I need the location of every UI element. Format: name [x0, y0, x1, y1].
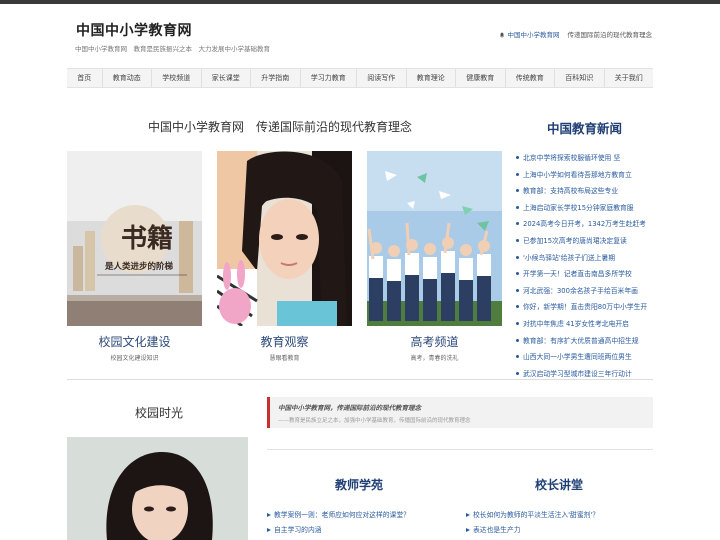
- news-item[interactable]: 2024高考今日开考，1342万考生赴赶考: [516, 216, 656, 233]
- news-item[interactable]: 开学第一天！记者直击南昌多所学校: [516, 266, 656, 283]
- bullet-arrow-icon: [466, 513, 470, 517]
- principal-section-title[interactable]: 校长讲堂: [535, 476, 583, 493]
- bullet-dot-icon: [516, 172, 519, 176]
- bullet-dot-icon: [516, 222, 519, 226]
- nav-item-tradition[interactable]: 传统教育: [506, 69, 555, 87]
- bullet-dot-icon: [516, 189, 519, 193]
- bullet-dot-icon: [516, 255, 519, 259]
- svg-text:书籍: 书籍: [121, 223, 173, 254]
- card-gaokao[interactable]: 高考频道 高考，青春的洗礼: [367, 151, 502, 362]
- card-edu-observation[interactable]: 教育观察 慧眼看教育: [217, 151, 352, 362]
- bullet-dot-icon: [516, 321, 519, 325]
- header-brand-link[interactable]: 中国中小学教育网: [508, 31, 560, 39]
- site-title[interactable]: 中国中小学教育网: [76, 20, 192, 40]
- bullet-dot-icon: [516, 338, 519, 342]
- news-item[interactable]: 已参加15次高考的唐尚珺决定复读: [516, 233, 656, 250]
- teacher-article-list: 教学案例一则：老师应如何应对这样的课堂？ 自主学习的内涵: [267, 508, 410, 538]
- section-divider: [67, 379, 653, 380]
- bullet-dot-icon: [516, 238, 519, 242]
- news-item[interactable]: 教育部：支持高校布局这些专业: [516, 183, 656, 200]
- bullet-dot-icon: [516, 272, 519, 276]
- bell-icon: [499, 32, 504, 38]
- nav-item-about[interactable]: 关于我们: [605, 69, 654, 87]
- news-item[interactable]: 河北武强：300余名孩子手绘百米年画: [516, 283, 656, 300]
- card-caption[interactable]: 高考频道: [367, 333, 502, 350]
- news-section-title[interactable]: 中国教育新闻: [547, 118, 622, 137]
- nav-item-home[interactable]: 首页: [67, 69, 103, 87]
- card-subtitle: 慧眼看教育: [269, 355, 300, 362]
- quote-box: 中国中小学教育网，传递国际前沿的现代教育理念 ——教育是民族立足之本，加强中小学…: [267, 397, 653, 428]
- quote-line-1: 中国中小学教育网，传递国际前沿的现代教育理念: [278, 404, 421, 412]
- teacher-article-item[interactable]: 自主学习的内涵: [267, 523, 410, 538]
- nav-item-theory[interactable]: 教育理论: [407, 69, 456, 87]
- bullet-dot-icon: [516, 371, 519, 375]
- card-caption[interactable]: 校园文化建设: [67, 333, 202, 350]
- news-item[interactable]: 你好，新学期！直击贵阳80万中小学生开: [516, 299, 656, 316]
- news-item[interactable]: 上海启动家长学校15分钟家庭教育服: [516, 200, 656, 217]
- gaokao-image[interactable]: [367, 151, 502, 326]
- header-slogan: 中国中小学教育网 传递国际前沿的现代教育理念: [499, 29, 653, 39]
- principal-article-item[interactable]: 校长如何为教师的平淡生活注入'甜蜜剂'？: [466, 508, 599, 523]
- bullet-dot-icon: [516, 355, 519, 359]
- teacher-section-title[interactable]: 教师学苑: [335, 476, 383, 493]
- bullet-arrow-icon: [267, 528, 271, 532]
- bullet-arrow-icon: [466, 528, 470, 532]
- section-divider: [267, 449, 653, 450]
- card-caption[interactable]: 教育观察: [217, 333, 352, 350]
- card-subtitle: 高考，青春的洗礼: [410, 355, 459, 362]
- campus-photo[interactable]: [67, 437, 248, 540]
- nav-item-reading[interactable]: 阅读写作: [357, 69, 407, 87]
- top-bar: [0, 0, 720, 4]
- main-nav: 首页 教育动态 学校频道 家长课堂 升学指南 学习力教育 阅读写作 教育理论 健…: [67, 68, 653, 88]
- news-list: 北京中学将探索校服循环使用 坚 上海中小学如何看待吾那地方教育立 教育部：支持高…: [516, 150, 656, 382]
- news-item[interactable]: 教育部：有序扩大优质普通高中招生规: [516, 333, 656, 350]
- bullet-dot-icon: [516, 288, 519, 292]
- bullet-dot-icon: [516, 305, 519, 309]
- bullet-arrow-icon: [267, 513, 271, 517]
- nav-item-admission[interactable]: 升学指南: [251, 69, 301, 87]
- news-item[interactable]: 对抗中年焦虑 41岁女性考北电开启: [516, 316, 656, 333]
- header-slogan-text: 传递国际前沿的现代教育理念: [567, 31, 653, 39]
- page-headline: 中国中小学教育网 传递国际前沿的现代教育理念: [148, 120, 413, 134]
- nav-item-encyclopedia[interactable]: 百科知识: [555, 69, 605, 87]
- news-item[interactable]: 北京中学将探索校服循环使用 坚: [516, 150, 656, 167]
- campus-section-title: 校园时光: [135, 406, 184, 420]
- principal-article-item[interactable]: 表达也是生产力: [466, 523, 599, 538]
- edu-observation-image[interactable]: [217, 151, 352, 326]
- campus-culture-image[interactable]: 书籍 是人类进步的阶梯: [67, 151, 202, 326]
- bullet-dot-icon: [516, 205, 519, 209]
- svg-text:是人类进步的阶梯: 是人类进步的阶梯: [104, 261, 174, 272]
- principal-article-list: 校长如何为教师的平淡生活注入'甜蜜剂'？ 表达也是生产力: [466, 508, 599, 538]
- card-subtitle: 校园文化建设知识: [110, 355, 159, 362]
- teacher-article-item[interactable]: 教学案例一则：老师应如何应对这样的课堂？: [267, 508, 410, 523]
- nav-item-schools[interactable]: 学校频道: [152, 69, 202, 87]
- news-item[interactable]: 上海中小学如何看待吾那地方教育立: [516, 167, 656, 184]
- bullet-dot-icon: [516, 156, 519, 159]
- nav-item-parents[interactable]: 家长课堂: [202, 69, 251, 87]
- site-tagline: 中国中小学教育网 教育是民族振兴之本 大力发展中小学基础教育: [75, 45, 270, 53]
- nav-item-edu-news[interactable]: 教育动态: [103, 69, 152, 87]
- nav-item-learning[interactable]: 学习力教育: [301, 69, 357, 87]
- news-item[interactable]: '小候鸟驿站'给孩子们送上暑期: [516, 250, 656, 267]
- news-item[interactable]: 山西大同一小学男生遭同班两位男生: [516, 349, 656, 366]
- nav-item-health[interactable]: 健康教育: [456, 69, 506, 87]
- card-campus-culture[interactable]: 书籍 是人类进步的阶梯 校园文化建设 校园文化建设知识: [67, 151, 202, 362]
- quote-line-2: ——教育是民族立足之本，加强中小学基础教育，传播国际前沿的现代教育理念: [278, 418, 471, 424]
